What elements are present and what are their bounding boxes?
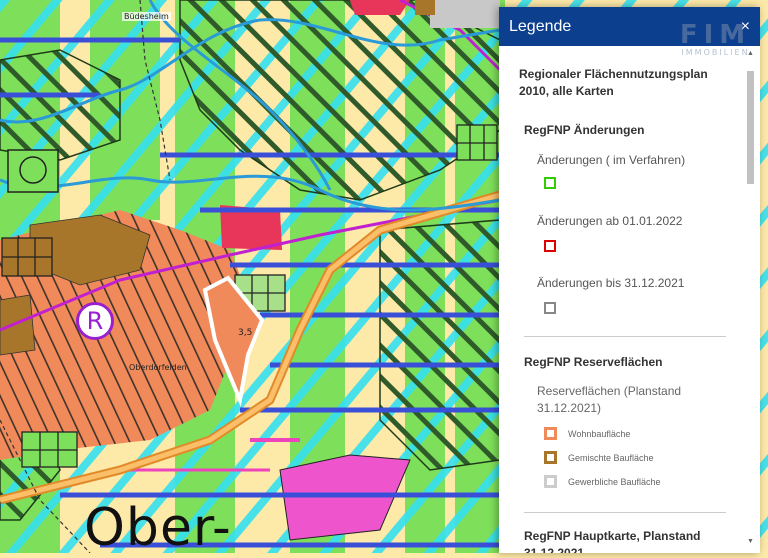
- legend-item-label: Änderungen bis 31.12.2021: [537, 276, 685, 290]
- section-title-aenderungen: RegFNP Änderungen: [524, 123, 645, 137]
- scroll-down-icon[interactable]: ▼: [747, 538, 754, 545]
- legend-panel: Legende × Regionaler Flächennutzungsplan…: [499, 7, 760, 553]
- swatch-bis-2021: [544, 302, 556, 314]
- legend-body[interactable]: Regionaler Flächennutzungsplan 2010, all…: [499, 46, 734, 553]
- legend-item-label: Änderungen ( im Verfahren): [537, 153, 686, 167]
- legend-title: Legende: [509, 17, 572, 35]
- r-marker-icon[interactable]: R: [76, 302, 114, 340]
- map-label-area: 3,5: [238, 328, 253, 338]
- legend-main-title: Regionaler Flächennutzungsplan 2010, all…: [519, 67, 708, 98]
- watermark-logo: FIM: [679, 20, 752, 50]
- round-feature: [7, 149, 59, 193]
- swatch-gewerbliche-bauflaeche: [544, 475, 557, 488]
- swatch-im-verfahren: [544, 177, 556, 189]
- fim-logo: FIM IMMOBILIEN: [668, 22, 763, 62]
- legend-separator: [524, 336, 726, 337]
- legend-item-label: Änderungen ab 01.01.2022: [537, 214, 683, 228]
- map-label-oberdorfelden: Oberdorfelden: [129, 363, 187, 372]
- building-block: [430, 0, 500, 28]
- swatch-wohnbauflaeche: [544, 427, 557, 440]
- scroll-thumb[interactable]: [747, 71, 754, 184]
- map-label-ober: Ober-: [84, 498, 232, 558]
- legend-separator: [524, 512, 726, 513]
- legend-item-label: Gemischte Baufläche: [568, 453, 654, 463]
- section-title-reserveflaechen: RegFNP Reserveflächen: [524, 355, 663, 369]
- watermark-sub: IMMOBILIEN: [681, 48, 750, 57]
- map-label-budesheim: Büdesheim: [122, 12, 171, 21]
- swatch-ab-2022: [544, 240, 556, 252]
- legend-item-label: Gewerbliche Baufläche: [568, 477, 661, 487]
- section-title-hauptkarte: RegFNP Hauptkarte, Planstand 31.12.2021: [524, 529, 701, 553]
- legend-scrollbar[interactable]: ▲ ▼: [742, 46, 760, 553]
- swatch-gemischte-bauflaeche: [544, 451, 557, 464]
- legend-sub-label: Reserveflächen (Planstand 31.12.2021): [537, 384, 682, 415]
- legend-item-label: Wohnbaufläche: [568, 429, 631, 439]
